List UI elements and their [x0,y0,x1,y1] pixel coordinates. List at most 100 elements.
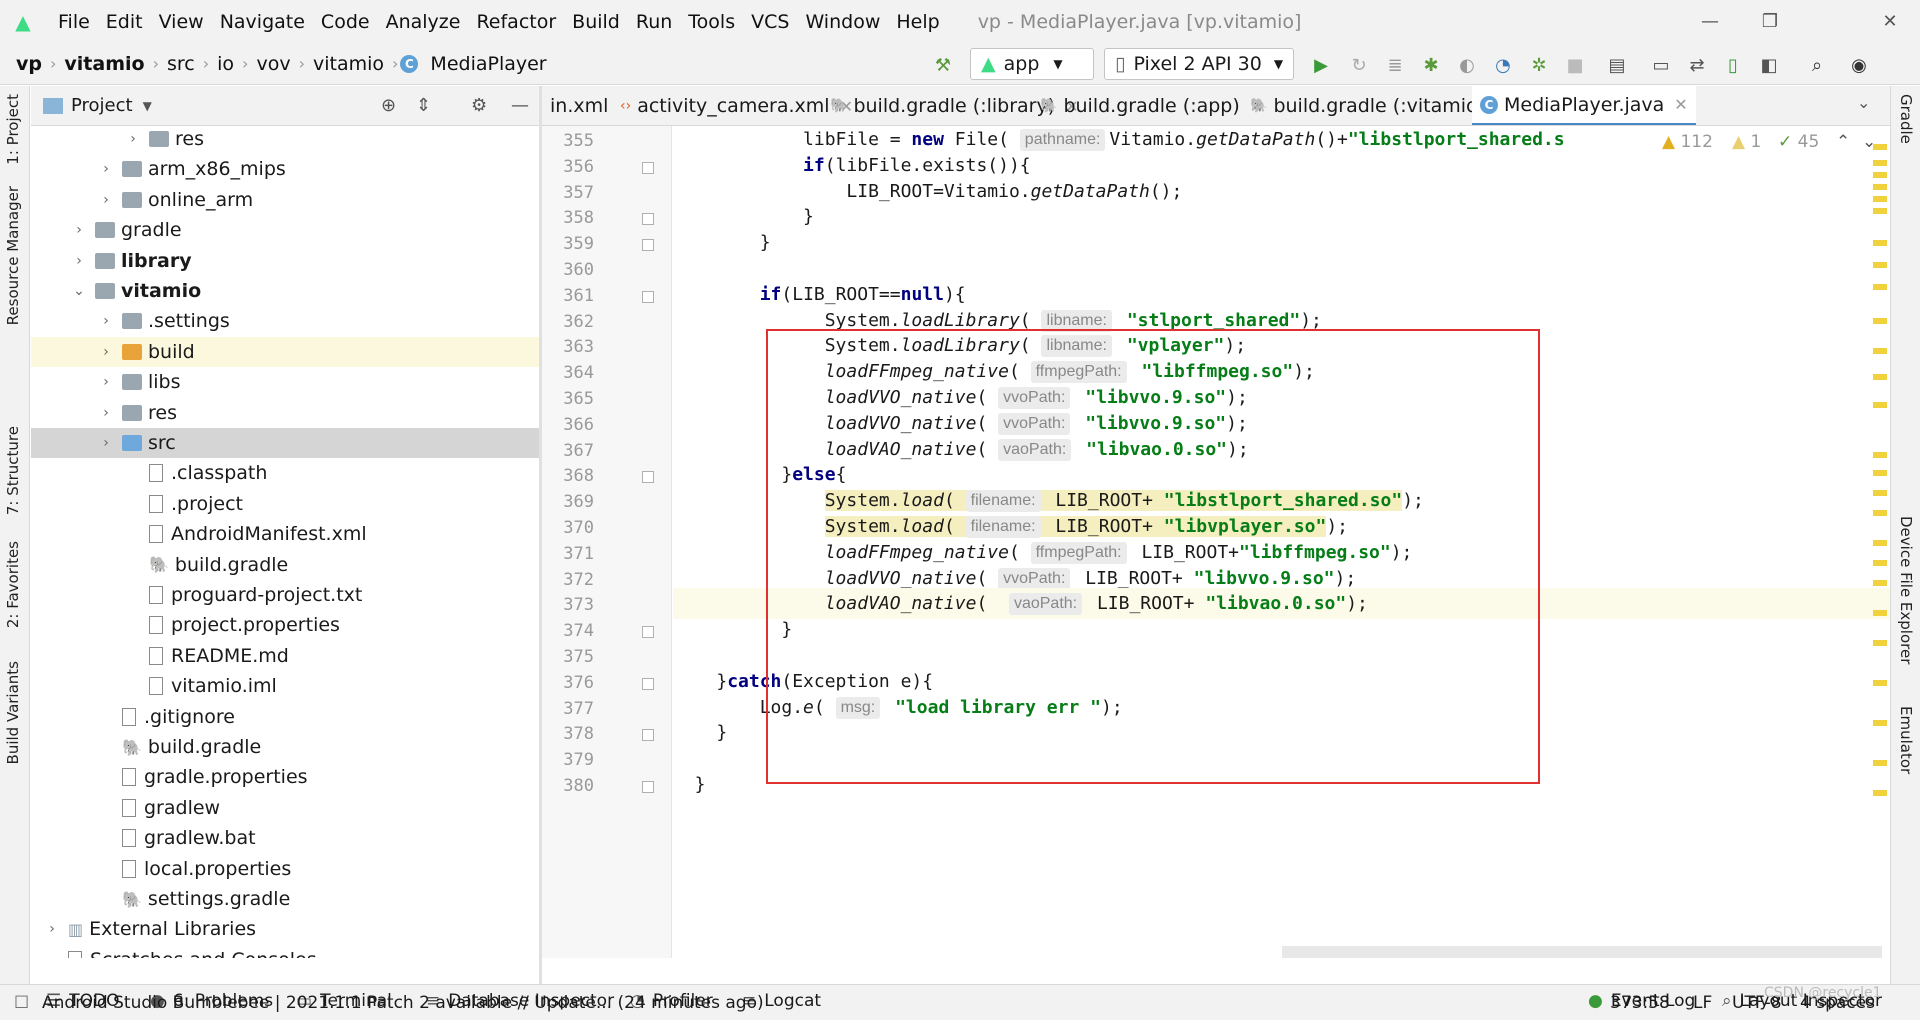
tree-item[interactable]: Scratches and Consoles [31,945,539,958]
hide-panel-icon[interactable]: — [511,95,529,116]
menu-file[interactable]: File [50,11,98,33]
stripe-mark[interactable] [1873,184,1887,190]
stripe-mark[interactable] [1873,540,1887,546]
device-manager-icon[interactable]: ▯ [1720,52,1746,78]
menu-tools[interactable]: Tools [680,11,743,33]
stripe-mark[interactable] [1873,262,1887,268]
menu-analyze[interactable]: Analyze [378,11,469,33]
menu-build[interactable]: Build [564,11,628,33]
chevron-right-icon[interactable]: › [98,405,114,421]
tree-item[interactable]: vitamio.iml [31,671,539,701]
stripe-mark[interactable] [1873,318,1887,324]
tree-item[interactable]: 🐘 build.gradle [31,732,539,762]
right-tab[interactable]: Gradle [1897,94,1915,144]
stripe-mark[interactable] [1873,490,1887,496]
stripe-mark[interactable] [1873,374,1887,380]
tree-item[interactable]: README.md [31,641,539,671]
stripe-mark[interactable] [1873,760,1887,766]
breadcrumb-item[interactable]: vitamio [58,53,150,75]
tree-item[interactable]: › libs [31,367,539,397]
breadcrumb-item[interactable]: vov [250,53,296,75]
right-tab[interactable]: Device File Explorer [1897,516,1915,664]
stripe-mark[interactable] [1873,640,1887,646]
chevron-down-icon[interactable]: ▼ [143,99,152,113]
menu-view[interactable]: View [151,11,212,33]
fold-marker-icon[interactable] [642,729,654,742]
tree-item[interactable]: › library [31,246,539,276]
left-tab[interactable]: 1: Project [4,94,22,165]
menu-help[interactable]: Help [888,11,947,33]
menu-navigate[interactable]: Navigate [212,11,313,33]
stripe-mark[interactable] [1873,348,1887,354]
tree-item[interactable]: › res [31,398,539,428]
stripe-mark[interactable] [1873,470,1887,476]
fold-marker-icon[interactable] [642,290,654,303]
close-tab-icon[interactable]: ✕ [1674,95,1687,114]
restore-button[interactable]: ❐ [1740,0,1800,43]
chevron-right-icon[interactable]: › [98,344,114,360]
menu-run[interactable]: Run [628,11,680,33]
breadcrumb-item[interactable]: src [161,53,201,75]
collapse-all-icon[interactable]: ⇕ [416,95,431,116]
stripe-mark[interactable] [1873,402,1887,408]
stripe-mark[interactable] [1873,510,1887,516]
attach-debugger-icon[interactable]: ✲ [1526,52,1552,78]
apply-changes-icon[interactable]: ↻ [1346,52,1372,78]
right-tab[interactable]: Emulator [1897,706,1915,774]
caret-position[interactable]: 373:58 [1610,993,1670,1013]
project-view-select[interactable]: Project [71,95,133,116]
apply-code-changes-icon[interactable]: ≣ [1382,52,1408,78]
fold-marker-icon[interactable] [642,213,654,226]
tree-item[interactable]: › src [31,428,539,458]
stripe-mark[interactable] [1873,144,1887,150]
close-window-button[interactable]: ✕ [1860,0,1920,43]
warnings-count[interactable]: ▲ 112 [1662,132,1713,152]
breadcrumb-item[interactable]: vitamio [307,53,390,75]
status-message[interactable]: Android Studio Bumblebee | 2021.1.1 Patc… [42,993,764,1013]
chevron-right-icon[interactable]: › [98,313,114,329]
tree-item[interactable]: 🐘 build.gradle [31,550,539,580]
horizontal-scrollbar[interactable] [1282,946,1882,958]
chevron-right-icon[interactable]: › [71,222,87,238]
left-tab[interactable]: Build Variants [4,661,22,764]
tree-item[interactable]: local.properties [31,854,539,884]
editor-tab[interactable]: C MediaPlayer.java ✕ [1472,86,1696,125]
chevron-right-icon[interactable]: › [44,921,60,937]
line-separator[interactable]: LF [1693,993,1712,1013]
tree-item[interactable]: project.properties [31,610,539,640]
fold-marker-icon[interactable] [642,781,654,793]
hammer-build-icon[interactable]: ⚒ [930,52,956,78]
coverage-icon[interactable]: ◐ [1454,52,1480,78]
account-icon[interactable]: ◉ [1846,52,1872,78]
profile-icon[interactable]: ◔ [1490,52,1516,78]
stripe-mark[interactable] [1873,720,1887,726]
project-structure-icon[interactable]: ◧ [1756,52,1782,78]
stripe-mark[interactable] [1873,196,1887,202]
stripe-mark[interactable] [1873,172,1887,178]
tree-item[interactable]: › arm_x86_mips [31,154,539,184]
tree-item[interactable]: 🐘 settings.gradle [31,884,539,914]
breadcrumb-item[interactable]: vp [10,53,48,75]
chevron-down-icon[interactable]: ⌄ [71,283,87,299]
chevron-right-icon[interactable]: › [98,435,114,451]
tree-item[interactable]: .classpath [31,458,539,488]
tabs-overflow-icon[interactable]: ⌄ [1857,93,1870,112]
tree-item[interactable]: gradlew [31,793,539,823]
locate-icon[interactable]: ⊕ [381,95,396,116]
sdk-manager-icon[interactable]: ⇄ [1684,52,1710,78]
stripe-mark[interactable] [1873,790,1887,796]
chevron-right-icon[interactable]: › [71,253,87,269]
chevron-right-icon[interactable]: › [98,374,114,390]
tree-item[interactable]: .gitignore [31,702,539,732]
menu-window[interactable]: Window [797,11,888,33]
debug-icon[interactable]: ✱ [1418,52,1444,78]
tree-item[interactable]: gradle.properties [31,762,539,792]
tree-item[interactable]: gradlew.bat [31,823,539,853]
tree-item[interactable]: › .settings [31,306,539,336]
stripe-mark[interactable] [1873,284,1887,290]
fold-marker-icon[interactable] [642,161,654,174]
search-icon[interactable]: ⌕ [1804,52,1830,78]
breadcrumb-item[interactable]: MediaPlayer [424,53,552,75]
tree-item[interactable]: › build [31,336,539,367]
stripe-mark[interactable] [1873,560,1887,566]
